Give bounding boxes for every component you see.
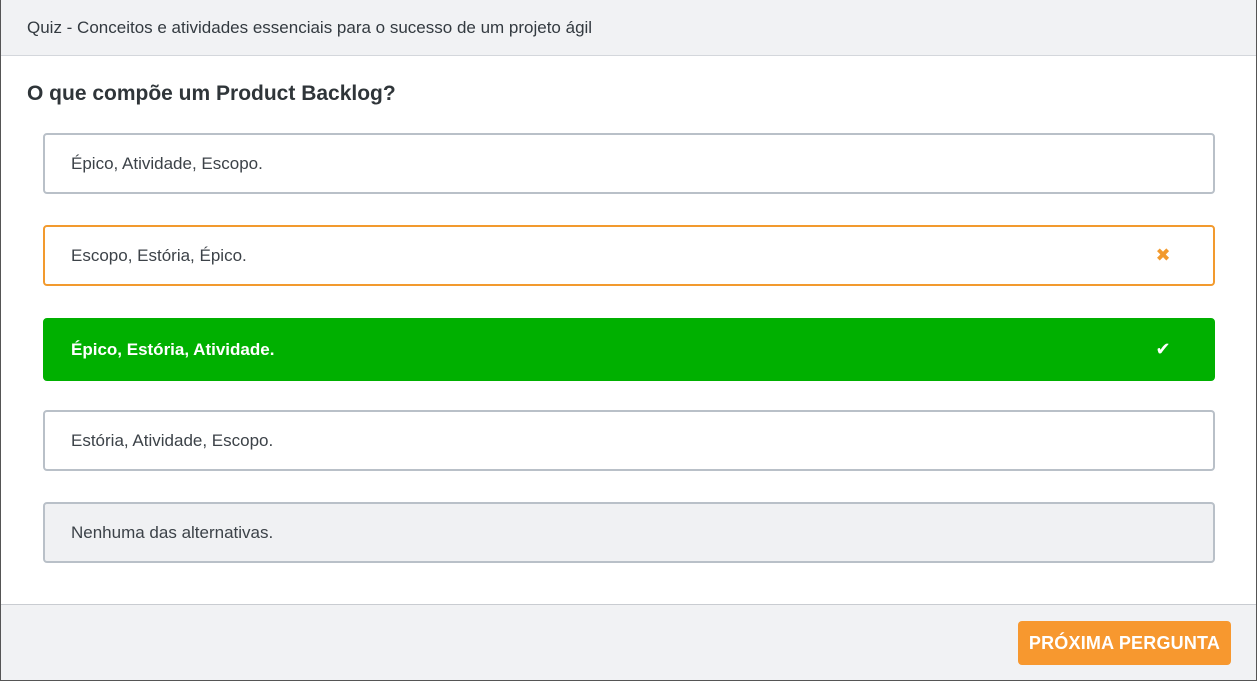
answer-option-2[interactable]: Escopo, Estória, Épico. ✖ <box>43 225 1215 286</box>
answer-option-3[interactable]: Épico, Estória, Atividade. ✔ <box>43 318 1215 381</box>
answer-option-1[interactable]: Épico, Atividade, Escopo. <box>43 133 1215 194</box>
quiz-modal: Quiz - Conceitos e atividades essenciais… <box>0 0 1257 681</box>
check-icon: ✔ <box>1155 339 1171 359</box>
answer-option-4[interactable]: Estória, Atividade, Escopo. <box>43 410 1215 471</box>
quiz-title: Quiz - Conceitos e atividades essenciais… <box>27 17 593 37</box>
quiz-footer: PRÓXIMA PERGUNTA <box>1 604 1256 680</box>
answer-option-label: Épico, Atividade, Escopo. <box>71 153 263 173</box>
answer-option-label: Épico, Estória, Atividade. <box>71 339 275 359</box>
answer-option-label: Escopo, Estória, Épico. <box>71 245 247 265</box>
question-text: O que compõe um Product Backlog? <box>27 82 396 105</box>
quiz-header: Quiz - Conceitos e atividades essenciais… <box>1 0 1256 56</box>
next-question-button[interactable]: PRÓXIMA PERGUNTA <box>1018 621 1231 665</box>
answer-option-5[interactable]: Nenhuma das alternativas. <box>43 502 1215 563</box>
answer-option-label: Nenhuma das alternativas. <box>71 522 274 542</box>
x-icon: ✖ <box>1155 245 1171 265</box>
answer-option-label: Estória, Atividade, Escopo. <box>71 430 274 450</box>
